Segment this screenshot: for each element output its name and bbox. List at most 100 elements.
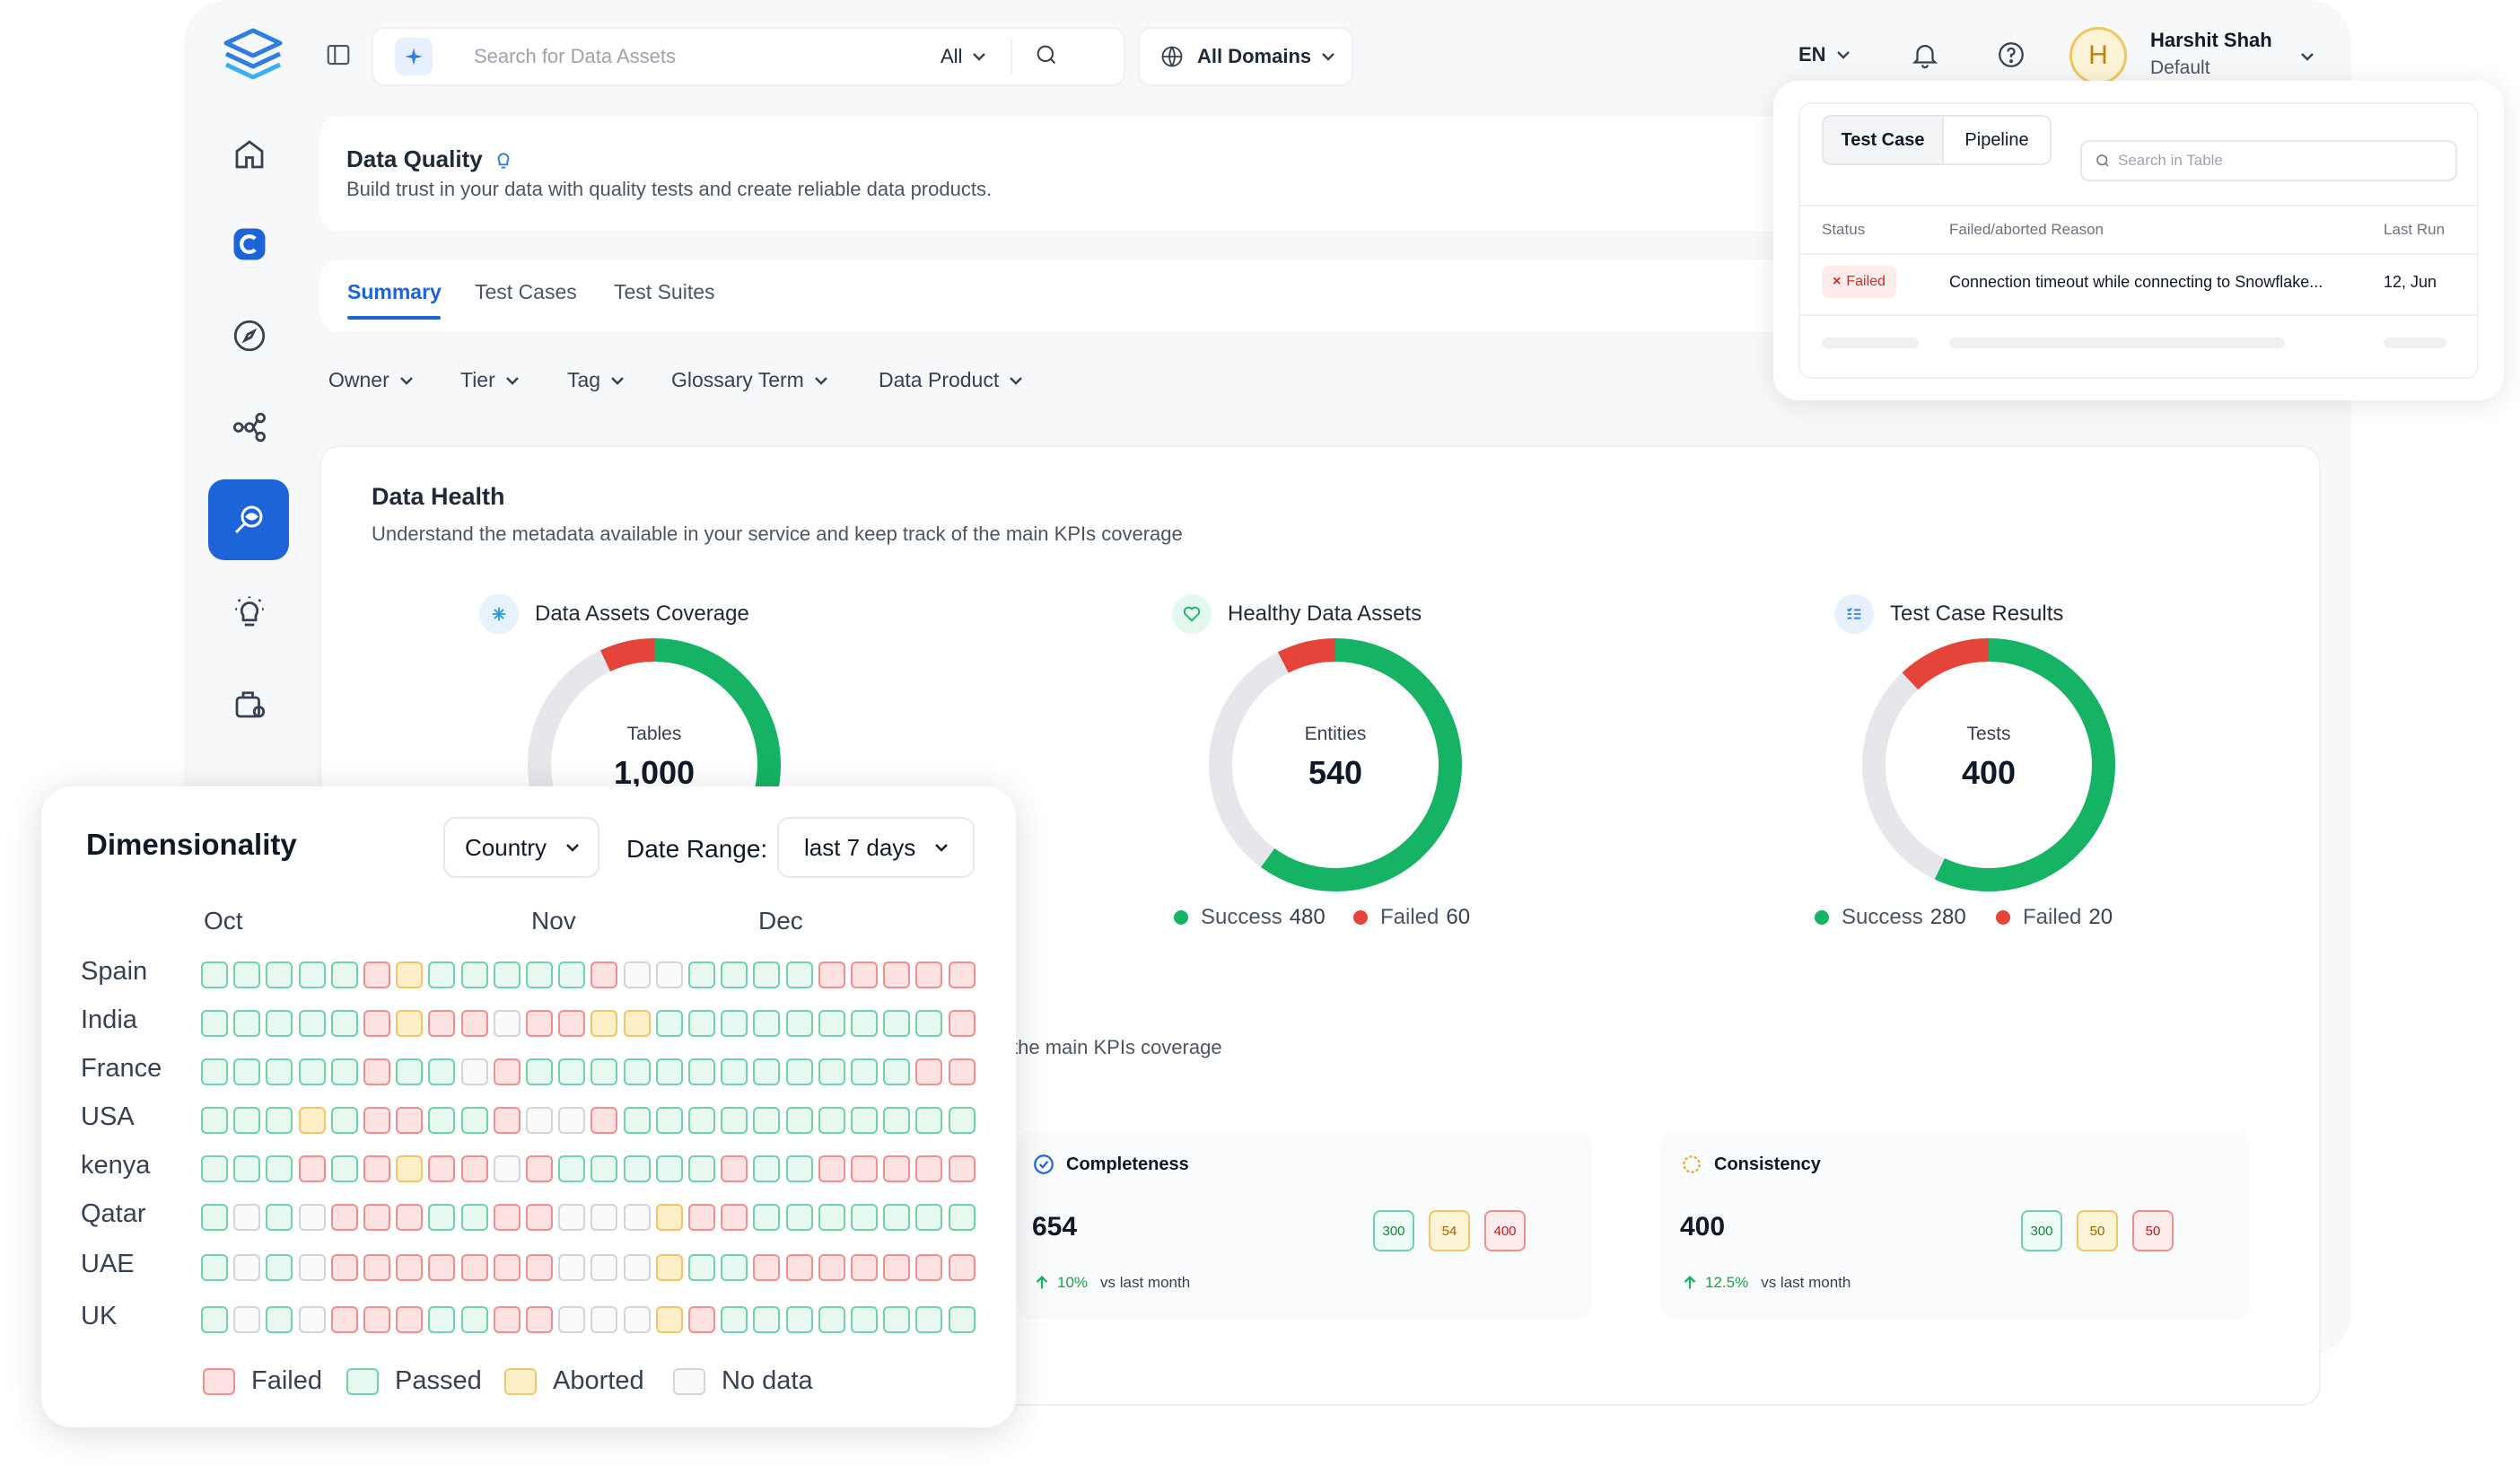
heatmap-cell[interactable] xyxy=(948,1254,976,1281)
heatmap-cell[interactable] xyxy=(883,1058,911,1085)
heatmap-cell[interactable] xyxy=(298,1254,326,1281)
heatmap-cell[interactable] xyxy=(201,961,228,988)
group-by-dropdown[interactable]: Country xyxy=(443,817,599,878)
sidebar-toggle-icon[interactable] xyxy=(325,41,352,68)
heatmap-cell[interactable] xyxy=(558,1010,586,1037)
heatmap-cell[interactable] xyxy=(785,1306,813,1333)
popup-tab-pipeline[interactable]: Pipeline xyxy=(1944,115,2052,165)
filter-owner[interactable]: Owner xyxy=(328,368,415,392)
data-quality-icon[interactable] xyxy=(208,479,289,560)
heatmap-cell[interactable] xyxy=(785,1254,813,1281)
heatmap-cell[interactable] xyxy=(591,1204,618,1231)
heatmap-cell[interactable] xyxy=(948,1155,976,1182)
heatmap-cell[interactable] xyxy=(623,1254,651,1281)
heatmap-cell[interactable] xyxy=(396,1155,424,1182)
heatmap-cell[interactable] xyxy=(526,1204,553,1231)
heatmap-cell[interactable] xyxy=(201,1254,228,1281)
heatmap-cell[interactable] xyxy=(948,1058,976,1085)
heatmap-cell[interactable] xyxy=(558,1254,586,1281)
heatmap-cell[interactable] xyxy=(591,1306,618,1333)
heatmap-cell[interactable] xyxy=(883,1010,911,1037)
heatmap-cell[interactable] xyxy=(915,1010,943,1037)
heatmap-cell[interactable] xyxy=(721,961,748,988)
domains-dropdown[interactable]: All Domains xyxy=(1138,27,1353,86)
heatmap-cell[interactable] xyxy=(915,1254,943,1281)
heatmap-cell[interactable] xyxy=(558,1204,586,1231)
heatmap-cell[interactable] xyxy=(753,1010,781,1037)
heatmap-cell[interactable] xyxy=(201,1058,228,1085)
heatmap-cell[interactable] xyxy=(655,1306,683,1333)
heatmap-cell[interactable] xyxy=(460,1204,488,1231)
heatmap-cell[interactable] xyxy=(201,1204,228,1231)
heatmap-cell[interactable] xyxy=(688,1107,715,1134)
heatmap-cell[interactable] xyxy=(493,961,521,988)
heatmap-cell[interactable] xyxy=(298,1058,326,1085)
heatmap-cell[interactable] xyxy=(201,1010,228,1037)
heatmap-cell[interactable] xyxy=(363,1107,390,1134)
lightbulb-icon[interactable] xyxy=(492,149,515,172)
heatmap-cell[interactable] xyxy=(623,1107,651,1134)
heatmap-cell[interactable] xyxy=(330,1306,358,1333)
heatmap-cell[interactable] xyxy=(460,1254,488,1281)
heatmap-cell[interactable] xyxy=(948,1306,976,1333)
heatmap-cell[interactable] xyxy=(330,1155,358,1182)
heatmap-cell[interactable] xyxy=(785,1058,813,1085)
heatmap-cell[interactable] xyxy=(785,1107,813,1134)
app-logo[interactable] xyxy=(221,27,285,86)
heatmap-cell[interactable] xyxy=(753,1306,781,1333)
heatmap-cell[interactable] xyxy=(233,961,261,988)
heatmap-cell[interactable] xyxy=(266,1254,293,1281)
heatmap-cell[interactable] xyxy=(298,1204,326,1231)
governance-icon[interactable] xyxy=(212,666,287,742)
heatmap-cell[interactable] xyxy=(915,1155,943,1182)
heatmap-cell[interactable] xyxy=(460,1155,488,1182)
heatmap-cell[interactable] xyxy=(818,1107,845,1134)
heatmap-cell[interactable] xyxy=(851,1306,878,1333)
heatmap-cell[interactable] xyxy=(330,1254,358,1281)
search-input[interactable]: Search for Data Assets xyxy=(474,45,941,68)
heatmap-cell[interactable] xyxy=(883,1204,911,1231)
heatmap-cell[interactable] xyxy=(558,1306,586,1333)
heatmap-cell[interactable] xyxy=(818,1058,845,1085)
heatmap-cell[interactable] xyxy=(655,1010,683,1037)
heatmap-cell[interactable] xyxy=(948,1204,976,1231)
heatmap-cell[interactable] xyxy=(688,1058,715,1085)
heatmap-cell[interactable] xyxy=(460,1306,488,1333)
heatmap-cell[interactable] xyxy=(623,961,651,988)
heatmap-cell[interactable] xyxy=(526,1058,553,1085)
heatmap-cell[interactable] xyxy=(883,1306,911,1333)
heatmap-cell[interactable] xyxy=(201,1155,228,1182)
heatmap-cell[interactable] xyxy=(623,1204,651,1231)
heatmap-cell[interactable] xyxy=(428,1204,456,1231)
heatmap-cell[interactable] xyxy=(298,1155,326,1182)
heatmap-cell[interactable] xyxy=(330,961,358,988)
heatmap-cell[interactable] xyxy=(493,1254,521,1281)
heatmap-cell[interactable] xyxy=(428,1010,456,1037)
heatmap-cell[interactable] xyxy=(396,1058,424,1085)
heatmap-cell[interactable] xyxy=(948,1107,976,1134)
heatmap-cell[interactable] xyxy=(460,1058,488,1085)
search-scope-dropdown[interactable]: All xyxy=(941,45,987,68)
heatmap-cell[interactable] xyxy=(493,1306,521,1333)
heatmap-cell[interactable] xyxy=(818,1254,845,1281)
heatmap-cell[interactable] xyxy=(233,1107,261,1134)
heatmap-cell[interactable] xyxy=(493,1155,521,1182)
tab-test-cases[interactable]: Test Cases xyxy=(475,280,577,304)
heatmap-cell[interactable] xyxy=(915,1306,943,1333)
heatmap-cell[interactable] xyxy=(428,1254,456,1281)
tab-summary[interactable]: Summary xyxy=(347,280,442,304)
heatmap-cell[interactable] xyxy=(785,1155,813,1182)
heatmap-cell[interactable] xyxy=(818,1204,845,1231)
search-bar[interactable]: Search for Data Assets All xyxy=(372,27,1125,86)
date-range-dropdown[interactable]: last 7 days xyxy=(777,817,975,878)
heatmap-cell[interactable] xyxy=(785,1010,813,1037)
heatmap-cell[interactable] xyxy=(428,1306,456,1333)
heatmap-cell[interactable] xyxy=(623,1058,651,1085)
heatmap-cell[interactable] xyxy=(396,1107,424,1134)
heatmap-cell[interactable] xyxy=(721,1155,748,1182)
heatmap-cell[interactable] xyxy=(688,1155,715,1182)
heatmap-cell[interactable] xyxy=(428,961,456,988)
heatmap-cell[interactable] xyxy=(785,1204,813,1231)
heatmap-cell[interactable] xyxy=(721,1107,748,1134)
heatmap-cell[interactable] xyxy=(818,1306,845,1333)
